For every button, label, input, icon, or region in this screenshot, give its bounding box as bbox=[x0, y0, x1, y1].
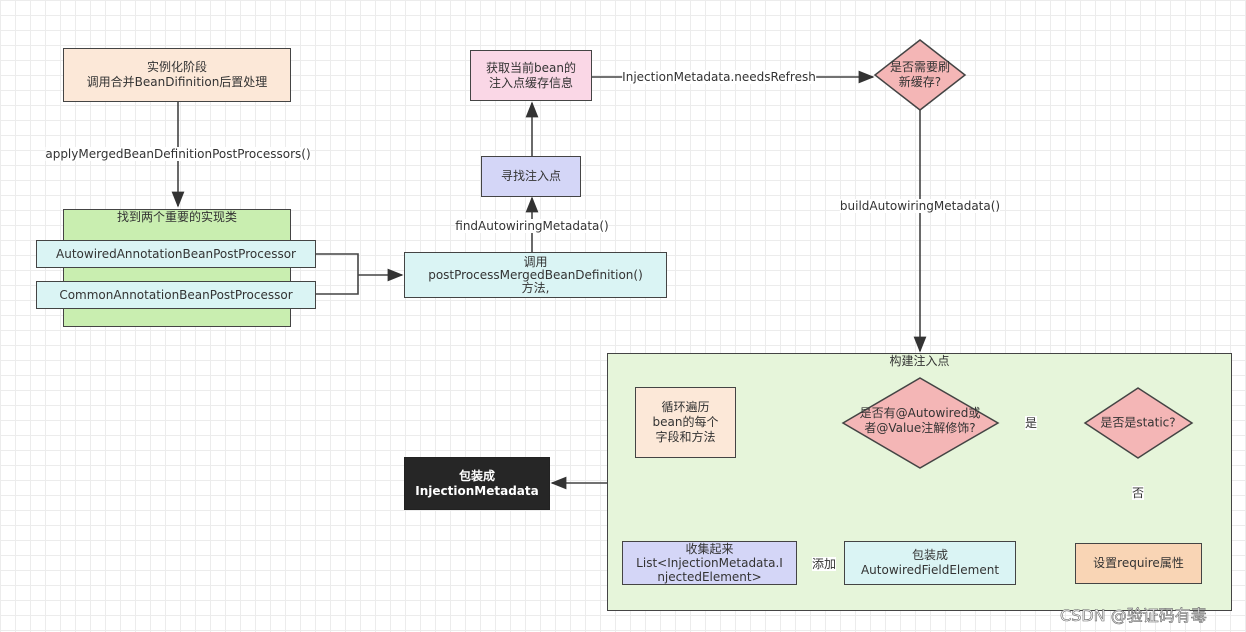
edge-label-yes: 是 bbox=[1024, 416, 1038, 430]
node-text: 者@Value注解修饰? bbox=[864, 421, 976, 435]
edge-label-no: 否 bbox=[1131, 486, 1145, 500]
diamonds-inner bbox=[841, 377, 1194, 469]
node-text: List<InjectionMetadata.I bbox=[636, 556, 783, 570]
is-static-text: 是否是static? bbox=[1100, 416, 1175, 431]
node-text: 设置require属性 bbox=[1093, 556, 1184, 570]
wrap-field-node[interactable]: 包装成 AutowiredFieldElement bbox=[844, 541, 1016, 585]
node-text: 是否有@Autowired或 bbox=[859, 406, 981, 420]
node-text: njectedElement> bbox=[657, 570, 762, 584]
node-text: 收集起来 bbox=[685, 542, 734, 556]
node-text: 包装成 bbox=[458, 468, 495, 483]
edge-label-build-autowiring: buildAutowiringMetadata() bbox=[839, 199, 1001, 213]
node-text: InjectionMetadata bbox=[415, 483, 539, 498]
edge-label-add: 添加 bbox=[811, 557, 837, 571]
watermark: CSDN @验证码有毒 bbox=[1060, 606, 1207, 626]
has-annotation-text: 是否有@Autowired或 者@Value注解修饰? bbox=[860, 406, 981, 436]
node-text: 包装成 bbox=[911, 548, 948, 562]
set-require-node[interactable]: 设置require属性 bbox=[1075, 543, 1202, 584]
edge-label-apply: applyMergedBeanDefinitionPostProcessors(… bbox=[45, 147, 311, 161]
node-text: 是否是static? bbox=[1100, 415, 1176, 430]
collect-node[interactable]: 收集起来 List<InjectionMetadata.I njectedEle… bbox=[622, 541, 797, 585]
edge-label-needs-refresh: InjectionMetadata.needsRefresh bbox=[622, 70, 816, 84]
wrap-metadata-node[interactable]: 包装成 InjectionMetadata bbox=[404, 457, 550, 510]
node-text: AutowiredFieldElement bbox=[860, 563, 1000, 577]
edge-label-find-autowiring: findAutowiringMetadata() bbox=[455, 219, 609, 233]
